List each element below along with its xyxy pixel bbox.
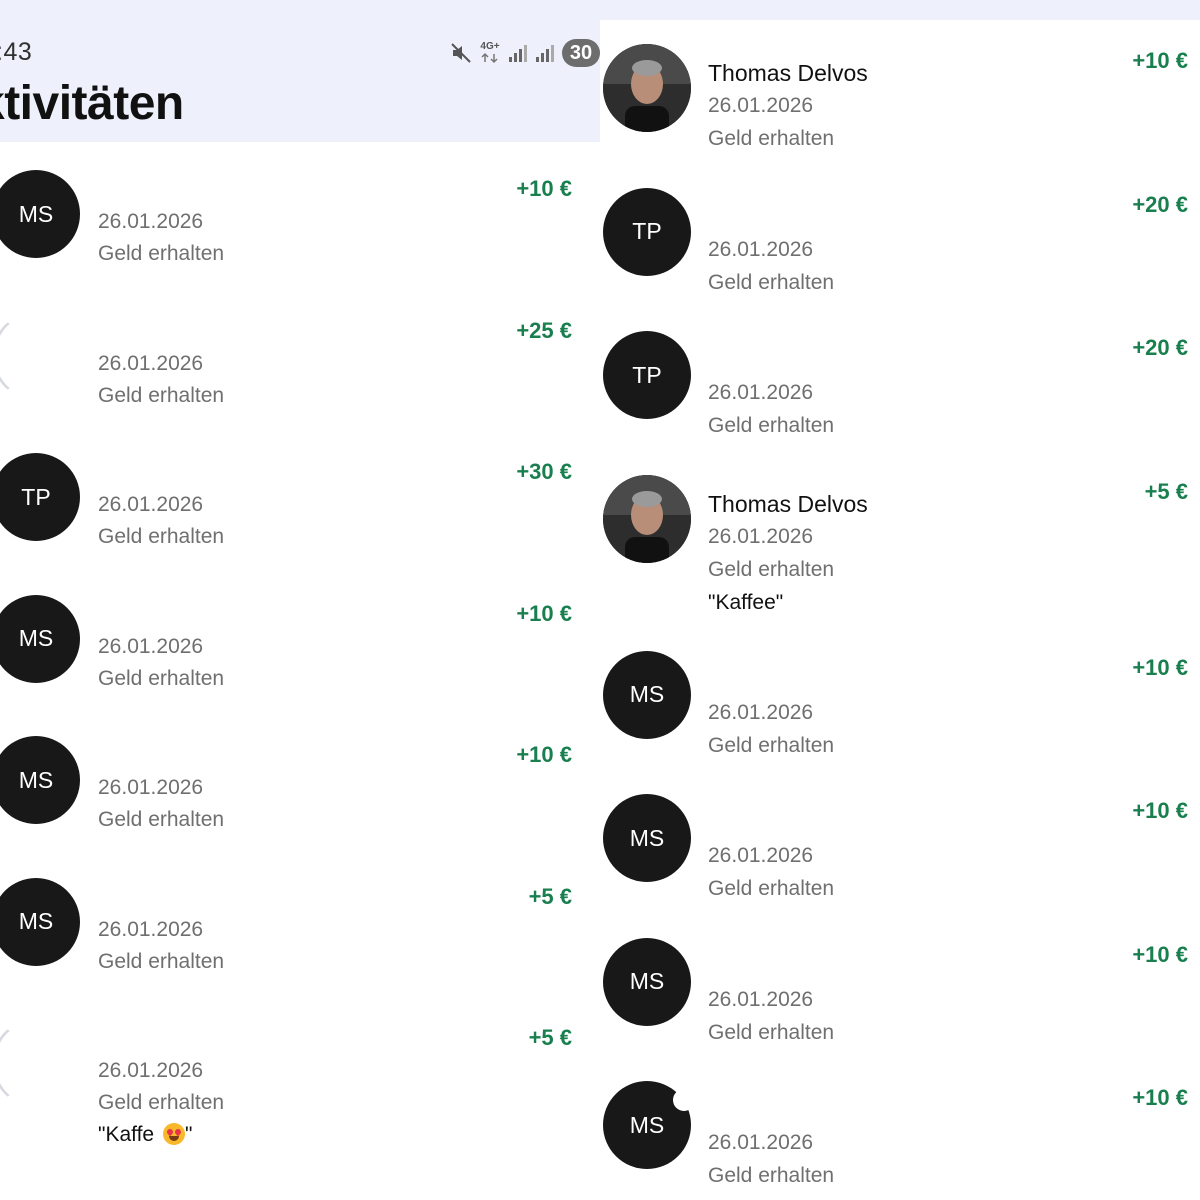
transaction-amount: +20 € — [1132, 191, 1188, 217]
transaction-status: Geld erhalten — [708, 877, 835, 900]
transaction-amount: +10 € — [516, 742, 572, 767]
transaction-amount: +20 € — [1132, 335, 1188, 360]
signal-icon — [535, 43, 555, 63]
battery-icon: 30 — [562, 39, 600, 67]
transaction-date: 26.01.2026 — [708, 987, 814, 1011]
transaction-date: 26.01.2026 — [98, 776, 204, 799]
transaction-status: Geld erhalten — [98, 666, 225, 690]
transaction-amount: +25 € — [516, 317, 572, 343]
transaction-status: Geld erhalten — [98, 808, 225, 831]
transaction-amount: +5 € — [1144, 478, 1188, 504]
transaction-date: 26.01.2026 — [708, 1131, 814, 1154]
avatar: TP — [0, 453, 80, 541]
avatar — [603, 44, 691, 132]
transaction-amount: +10 € — [516, 176, 572, 201]
transaction-status: Geld erhalten — [708, 733, 835, 757]
transaction-date: 26.01.2026 — [98, 351, 204, 375]
avatar-placeholder — [0, 312, 80, 400]
transaction-status: Geld erhalten — [708, 1020, 835, 1044]
transaction-date: 26.01.2026 — [98, 210, 204, 233]
transaction-amount: +5 € — [528, 1025, 572, 1050]
transaction-amount: +10 € — [1132, 798, 1188, 823]
transaction-date: 26.01.2026 — [708, 844, 814, 867]
avatar: MS — [0, 877, 80, 966]
transaction-amount: +30 € — [516, 459, 572, 484]
transaction-amount: +10 € — [516, 600, 572, 626]
transaction-status: Geld erhalten — [708, 127, 835, 150]
transaction-status: Geld erhalten — [98, 383, 225, 407]
transaction-status: Geld erhalten — [708, 414, 835, 437]
transaction-status: Geld erhalten — [708, 557, 835, 581]
transaction-date: 26.01.2026 — [708, 94, 814, 117]
avatar: MS — [603, 1081, 695, 1169]
transaction-amount: +10 € — [1132, 654, 1188, 680]
avatar: TP — [603, 187, 691, 276]
network-label: 4G+ — [480, 41, 500, 52]
avatar: MS — [0, 594, 80, 683]
memo-text: "Kaffe — [98, 1123, 160, 1146]
transaction-date: 26.01.2026 — [708, 381, 814, 404]
transaction-date: 26.01.2026 — [708, 237, 814, 261]
heart-eyes-emoji — [162, 1123, 185, 1145]
transaction-date: 26.01.2026 — [708, 524, 814, 548]
transaction-amount: +5 € — [528, 883, 572, 909]
contact-name: Thomas Delvos — [708, 490, 868, 517]
transaction-amount: +10 € — [1132, 941, 1188, 967]
avatar: MS — [603, 937, 691, 1026]
avatar — [603, 474, 691, 563]
transaction-status: Geld erhalten — [98, 525, 225, 548]
transaction-memo: "Kaffe " — [98, 1123, 192, 1147]
avatar: MS — [0, 170, 80, 258]
transaction-status: Geld erhalten — [98, 949, 225, 973]
network-4g-icon: 4G+ — [479, 42, 501, 64]
signal-icon — [508, 43, 528, 63]
avatar: MS — [603, 650, 691, 739]
transaction-memo: "Kaffee" — [708, 591, 783, 615]
transaction-status: Geld erhalten — [708, 1164, 835, 1187]
status-bar-time: :43 — [0, 38, 33, 66]
transaction-amount: +10 € — [1132, 1085, 1188, 1110]
contact-name: Thomas Delvos — [708, 60, 868, 86]
transaction-status: Geld erhalten — [708, 270, 835, 294]
memo-text: "Kaffee" — [708, 590, 784, 614]
page-title: ktivitäten — [0, 77, 184, 130]
avatar — [0, 312, 80, 400]
transaction-date: 26.01.2026 — [98, 634, 204, 658]
transaction-status: Geld erhalten — [98, 242, 225, 265]
transaction-date: 26.01.2026 — [98, 1059, 204, 1082]
app-header: :43 4G+ 30 ktivitäten — [0, 0, 600, 142]
transaction-date: 26.01.2026 — [98, 917, 204, 941]
avatar-placeholder — [0, 1019, 80, 1107]
avatar: MS — [603, 794, 691, 882]
left-activity-screenshot: :43 4G+ 30 ktivitäten MS 26.01.2026 Geld e… — [0, 0, 600, 1200]
right-top-strip — [600, 0, 1200, 20]
avatar: TP — [603, 331, 691, 419]
memo-text-end: " — [184, 1123, 193, 1146]
transaction-amount: +10 € — [1132, 48, 1188, 73]
avatar: MS — [0, 736, 80, 824]
avatar — [0, 1019, 80, 1107]
mute-icon — [450, 42, 472, 64]
avatar-cutout — [673, 1089, 695, 1111]
status-bar-icons: 4G+ 30 — [450, 38, 600, 68]
transaction-date: 26.01.2026 — [708, 700, 814, 724]
right-activity-screenshot: Thomas Delvos 26.01.2026 Geld erhalten +10 … — [600, 20, 1200, 1200]
transaction-date: 26.01.2026 — [98, 493, 204, 516]
transaction-status: Geld erhalten — [98, 1091, 225, 1114]
